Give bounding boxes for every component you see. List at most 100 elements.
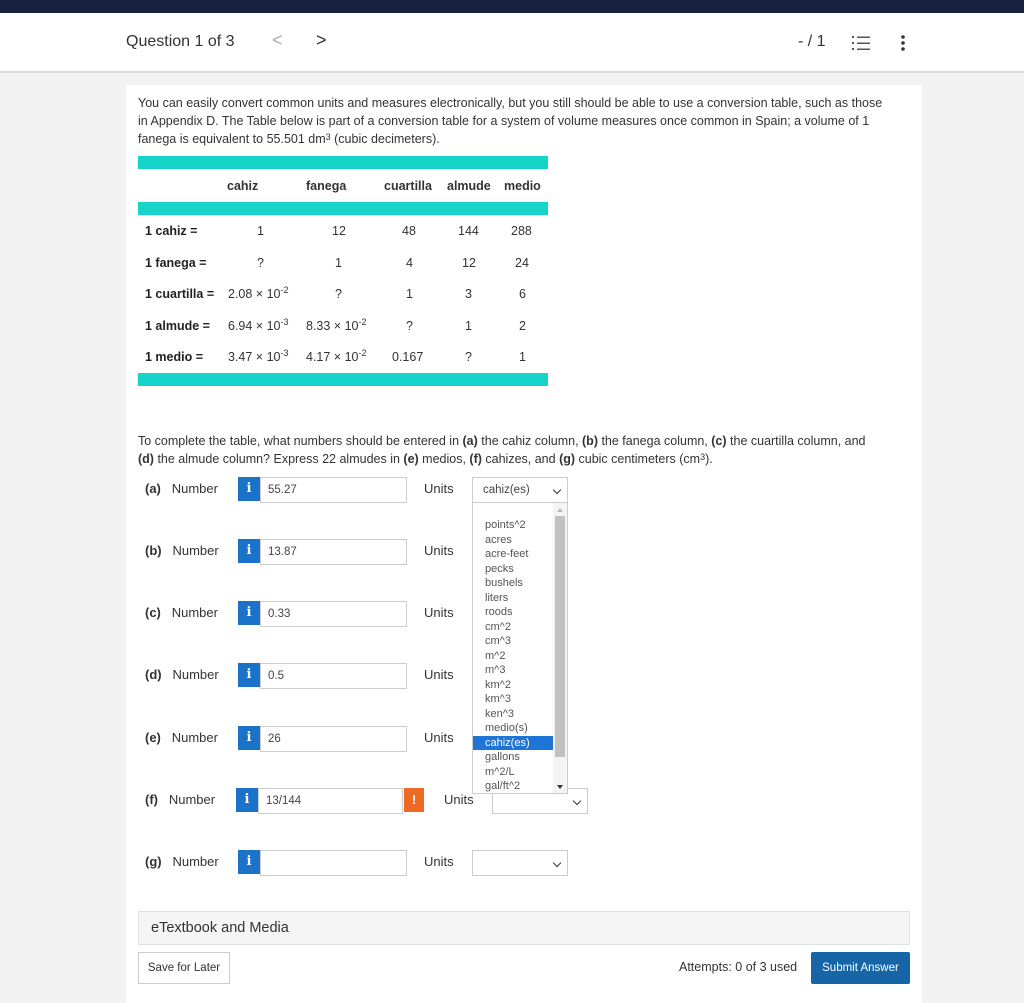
info-icon[interactable]: i <box>238 726 260 750</box>
info-icon[interactable]: i <box>238 539 260 563</box>
info-icon[interactable]: i <box>236 788 258 812</box>
units-dropdown-list[interactable]: points^2 acres acre-feet pecks bushels l… <box>472 502 568 794</box>
superscript: -2 <box>280 285 289 295</box>
dropdown-option[interactable]: liters <box>473 591 555 606</box>
superscript: 3 <box>325 132 331 142</box>
info-icon[interactable]: i <box>238 601 260 625</box>
table-cell: 1 <box>519 350 526 364</box>
table-cell: ? <box>257 256 264 270</box>
number-label: Number <box>171 605 218 620</box>
chevron-down-icon <box>552 485 562 495</box>
number-input[interactable]: 55.27 <box>260 477 407 503</box>
dropdown-option[interactable]: ken^3 <box>473 707 555 722</box>
dropdown-option[interactable]: cm^2 <box>473 620 555 635</box>
column-header: cahiz <box>227 179 259 193</box>
intro-line: fanega is equivalent to 55.501 dm3 (cubi… <box>138 130 908 148</box>
scroll-up-icon[interactable] <box>557 508 563 512</box>
dropdown-option[interactable]: bushels <box>473 576 555 591</box>
number-label: Number <box>168 792 216 807</box>
number-input[interactable]: 0.5 <box>260 663 407 689</box>
dropdown-option[interactable]: pecks <box>473 562 555 577</box>
chevron-down-icon <box>552 858 562 868</box>
question-title: Question 1 of 3 <box>126 33 235 50</box>
row-label: 1 medio = <box>145 350 204 364</box>
dropdown-option[interactable]: m^2 <box>473 649 555 664</box>
table-cell: 0.167 <box>392 350 424 364</box>
question-text-part: the fanega column, <box>597 434 712 448</box>
previous-question-button[interactable]: < <box>272 30 283 51</box>
dropdown-option[interactable]: km^2 <box>473 678 555 693</box>
superscript: -3 <box>280 317 289 327</box>
table-cell: ? <box>465 350 472 364</box>
question-text-part: cahizes, and <box>481 452 560 466</box>
submit-answer-button[interactable]: Submit Answer <box>811 952 910 984</box>
part-letter: (b) <box>145 543 162 558</box>
column-header: fanega <box>306 179 347 193</box>
dropdown-option[interactable]: medio(s) <box>473 721 555 736</box>
table-cell: 24 <box>515 256 529 270</box>
attempts-counter: Attempts: 0 of 3 used <box>679 960 798 974</box>
info-icon[interactable]: i <box>238 663 260 687</box>
dropdown-scrollbar[interactable] <box>553 503 567 793</box>
units-select-value: cahiz(es) <box>483 484 530 496</box>
question-list-icon[interactable] <box>852 35 870 51</box>
dropdown-option[interactable]: m^2/L <box>473 765 555 780</box>
question-text-part: the cuartilla column, and <box>726 434 866 448</box>
row-label: 1 fanega = <box>145 256 207 270</box>
save-for-later-button[interactable]: Save for Later <box>138 952 230 984</box>
etextbook-media-panel[interactable]: eTextbook and Media <box>138 911 910 945</box>
dropdown-option[interactable]: cm^3 <box>473 634 555 649</box>
number-label: Number <box>171 730 218 745</box>
value-base: 3.47 × 10 <box>228 350 281 364</box>
table-cell: 1 <box>257 224 264 238</box>
dropdown-option[interactable]: acre-feet <box>473 547 555 562</box>
part-label: (c) <box>711 434 727 448</box>
superscript: -2 <box>358 348 367 358</box>
dropdown-option[interactable]: gal/ft^2 <box>473 779 555 794</box>
dropdown-option[interactable]: gallons <box>473 750 555 765</box>
info-icon[interactable]: i <box>238 477 260 501</box>
table-band <box>138 202 548 215</box>
number-label: Number <box>171 481 218 496</box>
part-label: (g) <box>559 452 576 466</box>
column-header: cuartilla <box>384 179 432 193</box>
number-input[interactable]: 0.33 <box>260 601 407 627</box>
intro-line: You can easily convert common units and … <box>138 96 883 110</box>
table-cell: 1 <box>335 256 342 270</box>
part-letter: (d) <box>145 667 162 682</box>
question-text-part: cubic centimeters (cm <box>575 452 701 466</box>
row-label: 1 cuartilla = <box>145 287 215 301</box>
number-label: Number <box>172 667 219 682</box>
number-input[interactable]: 26 <box>260 726 407 752</box>
units-label: Units <box>424 667 454 682</box>
number-input[interactable] <box>260 850 407 876</box>
question-text-part: To complete the table, what numbers shou… <box>138 434 463 448</box>
table-cell: 2.08 × 10-2 <box>228 285 289 301</box>
warning-icon: ! <box>404 788 424 812</box>
info-icon[interactable]: i <box>238 850 260 874</box>
table-cell: 3 <box>465 287 472 301</box>
question-text-part: medios, <box>418 452 470 466</box>
number-input[interactable]: 13/144 <box>258 788 403 814</box>
dropdown-option[interactable]: m^3 <box>473 663 555 678</box>
units-select[interactable] <box>472 850 568 876</box>
dropdown-option[interactable]: acres <box>473 533 555 548</box>
table-cell: 4.17 × 10-2 <box>306 348 367 364</box>
dropdown-option[interactable]: km^3 <box>473 692 555 707</box>
row-label: 1 cahiz = <box>145 224 198 238</box>
part-letter: (g) <box>145 854 162 869</box>
table-cell: 6 <box>519 287 526 301</box>
question-text-part: ). <box>705 452 713 466</box>
more-options-icon[interactable] <box>900 34 906 52</box>
part-label: (d) <box>138 452 154 466</box>
next-question-button[interactable]: > <box>316 30 327 51</box>
dropdown-option[interactable]: roods <box>473 605 555 620</box>
units-select[interactable]: cahiz(es) <box>472 477 568 503</box>
dropdown-option-selected[interactable]: cahiz(es) <box>473 735 555 750</box>
score: - / 1 <box>798 33 826 50</box>
number-input[interactable]: 13.87 <box>260 539 407 565</box>
scroll-down-icon[interactable] <box>557 785 563 789</box>
units-label: Units <box>444 792 474 807</box>
scrollbar-thumb[interactable] <box>555 516 565 757</box>
dropdown-option[interactable]: points^2 <box>473 518 555 533</box>
